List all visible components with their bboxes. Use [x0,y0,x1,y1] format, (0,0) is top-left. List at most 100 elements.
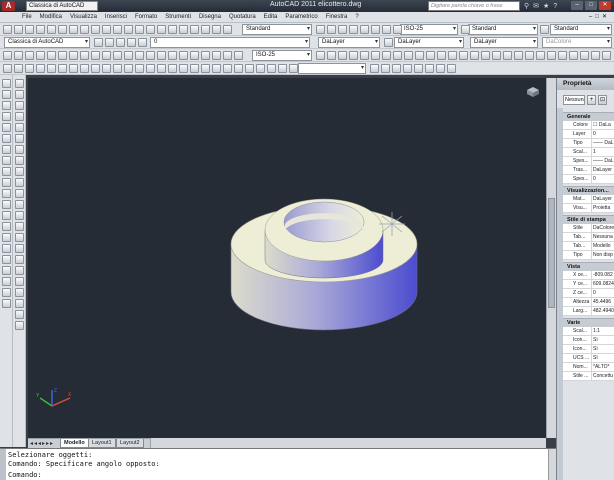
property-value[interactable]: —— DaL [593,157,614,165]
toolbar-tool-icon[interactable] [234,64,243,73]
toolbar-tool-icon[interactable] [223,25,232,34]
toolbar-tool-icon[interactable] [503,51,512,60]
toolbar-tool-icon[interactable] [113,51,122,60]
toolbar-tool-icon[interactable] [157,64,166,73]
table-style-combo[interactable]: Standard [468,24,538,35]
toolbar-tool-icon[interactable] [437,51,446,60]
toolbar-tool-icon[interactable] [14,25,23,34]
command-line-scrollbar[interactable] [548,449,556,480]
vertical-tool-icon[interactable] [2,156,11,165]
menu-strumenti[interactable]: Strumenti [165,14,191,20]
toolbar-tool-icon[interactable] [558,51,567,60]
vertical-tool-icon[interactable] [15,79,24,88]
pickadd-toggle-button[interactable]: ⊡ [598,95,607,105]
vertical-tool-icon[interactable] [15,321,24,330]
toolbar-tool-icon[interactable] [234,51,243,60]
dim-style-combo-2[interactable]: ISO-25 [252,50,312,61]
toolbar-tool-icon[interactable] [124,25,133,34]
vertical-tool-icon[interactable] [2,145,11,154]
toolbar-tool-icon[interactable] [360,51,369,60]
vertical-tool-icon[interactable] [15,288,24,297]
toolbar-tool-icon[interactable] [102,64,111,73]
toolbar-tool-icon[interactable] [338,51,347,60]
vertical-tool-icon[interactable] [2,222,11,231]
toolbar-tool-icon[interactable] [47,64,56,73]
vertical-tool-icon[interactable] [2,200,11,209]
property-row[interactable]: Z ce... 0 [563,289,614,298]
toolbar-tool-icon[interactable] [102,51,111,60]
toolbar-tool-icon[interactable] [327,51,336,60]
layer-combo[interactable]: 0 [150,37,310,48]
menu-parametrico[interactable]: Parametrico [285,14,317,20]
toolbar-tool-icon[interactable] [157,25,166,34]
toolbar-tool-icon[interactable] [591,51,600,60]
toolbar-tool-icon[interactable] [212,51,221,60]
toolbar-tool-icon[interactable] [190,25,199,34]
property-value[interactable]: Modello [593,242,614,250]
toolbar-tool-icon[interactable] [179,25,188,34]
vertical-tool-icon[interactable] [2,211,11,220]
property-row[interactable]: Tipo Non disp [563,251,614,260]
vertical-tool-icon[interactable] [15,101,24,110]
toolbar-tool-icon[interactable] [289,64,298,73]
toolbar-tool-icon[interactable] [124,51,133,60]
vertical-tool-icon[interactable] [2,299,11,308]
menu-visualizza[interactable]: Visualizza [70,14,97,20]
property-row[interactable]: Colore ☐ DaLa [563,121,614,130]
toolbar-tool-icon[interactable] [371,51,380,60]
toolbar-tool-icon[interactable] [36,51,45,60]
view-combo[interactable] [298,63,366,74]
toolbar-tool-icon[interactable] [448,51,457,60]
toolbar-tool-icon[interactable] [201,25,210,34]
property-row[interactable]: X ce... -809.082 [563,271,614,280]
command-line-handle[interactable] [0,449,6,480]
toolbar-tool-icon[interactable] [168,25,177,34]
toolbar-tool-icon[interactable] [146,25,155,34]
color-combo[interactable]: DaLayer [318,37,380,48]
toolbar-tool-icon[interactable] [536,51,545,60]
vertical-tool-icon[interactable] [15,123,24,132]
vertical-tool-icon[interactable] [15,167,24,176]
toolbar-tool-icon[interactable] [113,64,122,73]
toolbar-tool-icon[interactable] [47,51,56,60]
vertical-tool-icon[interactable] [2,112,11,121]
vertical-tool-icon[interactable] [2,90,11,99]
toolbar-tool-icon[interactable] [212,64,221,73]
toolbar-tool-icon[interactable] [580,51,589,60]
toolbar-tool-icon[interactable] [36,25,45,34]
property-value[interactable]: Concettu [593,372,614,380]
toolbar-tool-icon[interactable] [525,51,534,60]
toolbar-tool-icon[interactable] [146,51,155,60]
vertical-tool-icon[interactable] [15,222,24,231]
vertical-tool-icon[interactable] [2,189,11,198]
property-value[interactable]: Non disp [593,251,614,259]
toolbar-tool-icon[interactable] [91,51,100,60]
property-value[interactable]: -809.082 [593,271,614,279]
toolbar-tool-icon[interactable] [514,51,523,60]
application-menu-button[interactable]: A [2,1,15,11]
toolbar-tool-icon[interactable] [168,64,177,73]
toolbar-tool-icon[interactable] [3,64,12,73]
property-value[interactable]: DaColore [593,224,614,232]
property-value[interactable]: 1:1 [593,327,614,335]
properties-section-header[interactable]: Stile di stampa [563,215,614,224]
property-value[interactable]: —— DaL [593,139,614,147]
vertical-tool-icon[interactable] [15,112,24,121]
toolbar-tool-icon[interactable] [3,51,12,60]
menu-finestra[interactable]: Finestra [326,14,348,20]
close-icon[interactable]: ✕ [599,1,611,10]
toolbar-tool-icon[interactable] [179,51,188,60]
vertical-tool-icon[interactable] [15,211,24,220]
property-row[interactable]: Scal... 1 [563,148,614,157]
menu-edita[interactable]: Edita [264,14,278,20]
properties-section-header[interactable]: Visualizzazion... [563,186,614,195]
text-style-combo[interactable]: Standard [242,24,312,35]
toolbar-tool-icon[interactable] [384,38,393,47]
vertical-tool-icon[interactable] [15,189,24,198]
property-row[interactable]: Scal... 1:1 [563,327,614,336]
vertical-tool-icon[interactable] [15,145,24,154]
toolbar-tool-icon[interactable] [201,51,210,60]
toolbar-tool-icon[interactable] [58,64,67,73]
menu-file[interactable]: File [22,14,32,20]
property-value[interactable]: ☐ DaLa [593,121,614,129]
